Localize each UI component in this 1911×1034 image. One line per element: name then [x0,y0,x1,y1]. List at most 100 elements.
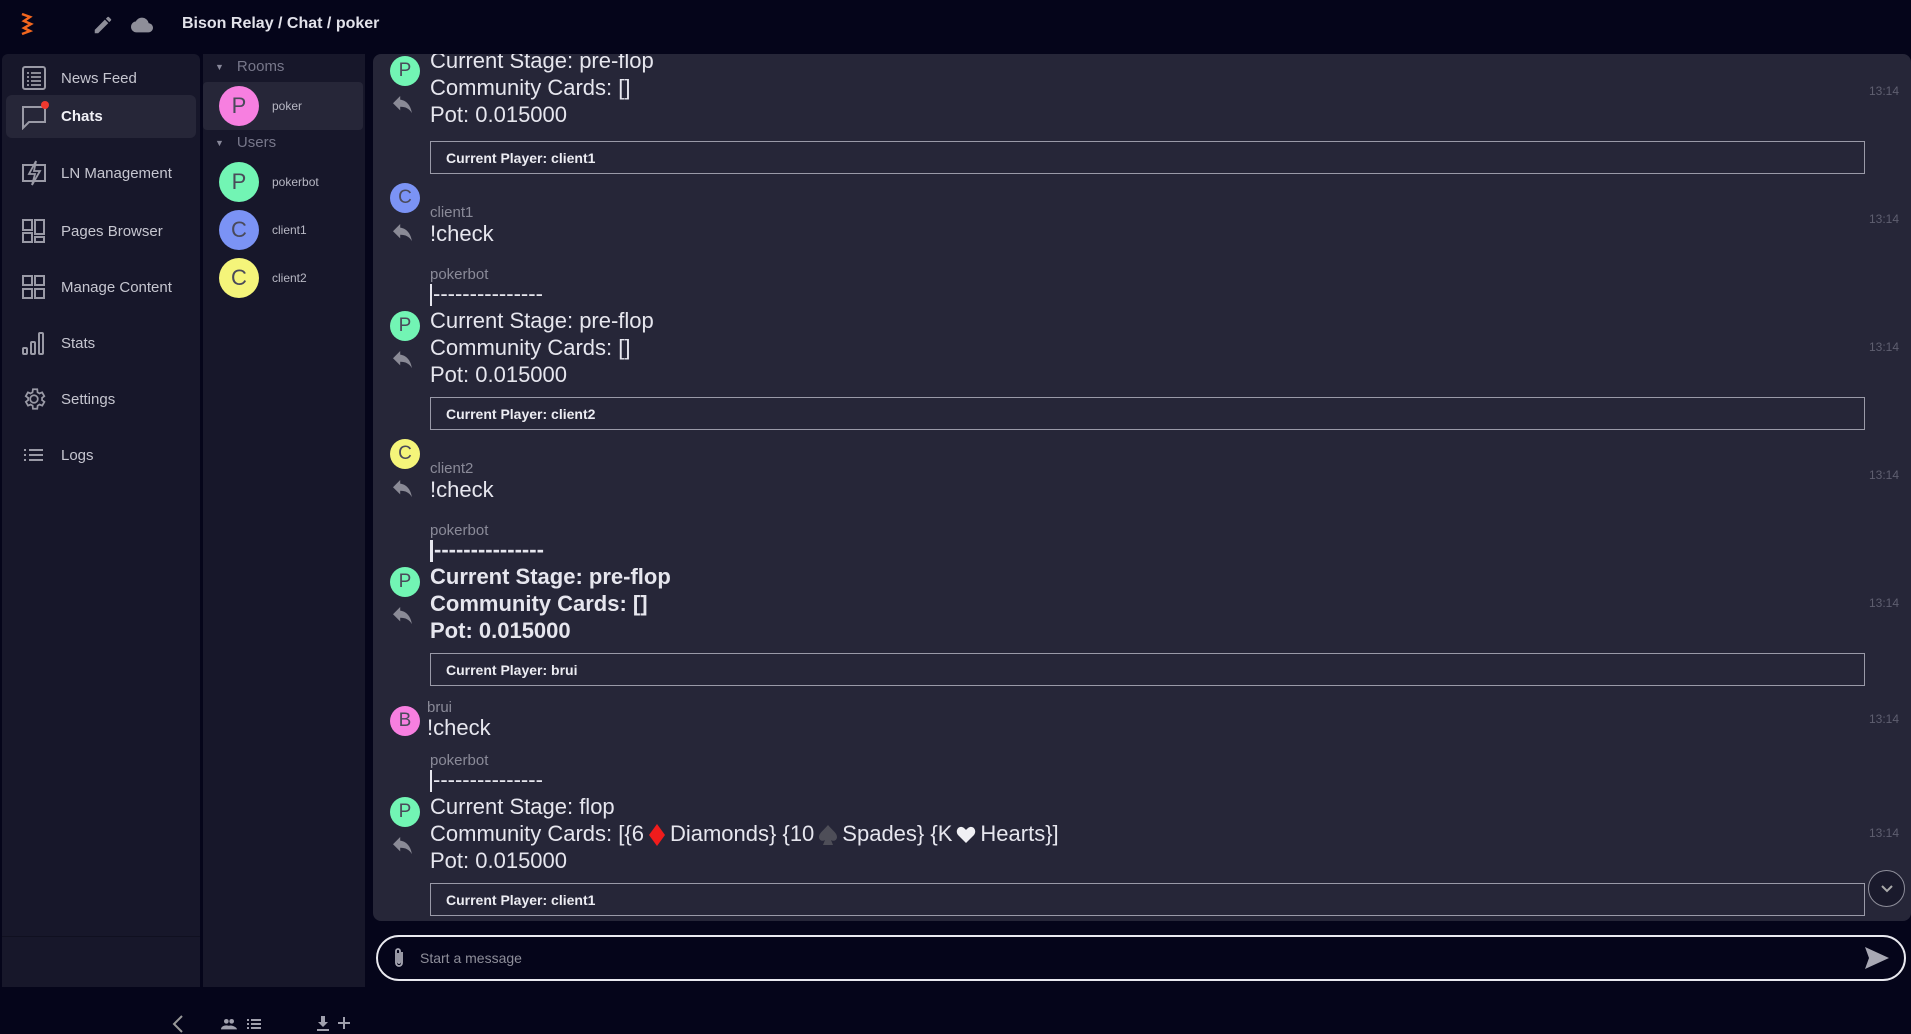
cards-hearts: Hearts}] [980,821,1059,846]
rooms-header-label: Rooms [236,58,285,75]
reply-icon[interactable] [391,224,413,242]
chevron-down-icon [1880,884,1893,892]
users-icon[interactable] [221,1018,237,1030]
user-name: client2 [272,271,307,285]
send-icon[interactable] [1864,946,1890,970]
avatar: P [219,162,259,202]
timestamp: 13:14 [1868,468,1899,482]
nav-item-news-feed[interactable]: News Feed [6,57,196,99]
add-icon[interactable] [338,1017,350,1029]
cloud-icon[interactable] [131,14,153,36]
list-icon [24,449,43,461]
avatar: C [219,210,259,250]
users-header-label: Users [236,134,277,151]
timestamp: 13:14 [1868,340,1899,354]
gear-icon [24,388,46,410]
grid-icon [22,275,45,299]
current-player-box: Current Player: client1 [430,883,1865,916]
nav-label: Manage Content [61,278,172,296]
cards-diamonds: Diamonds} {10 [669,821,815,846]
avatar: P [219,86,259,126]
nav-item-stats[interactable]: Stats [6,322,196,364]
chat-messages-area: P Current Stage: pre-flop Community Card… [373,54,1911,921]
nav-divider [2,936,200,937]
message-line: Pot: 0.015000 [430,362,568,387]
avatar: B [390,706,420,736]
avatar: C [390,183,420,213]
list-view-icon[interactable] [247,1018,261,1030]
nav-label: Stats [61,334,96,352]
avatar: P [390,56,420,86]
reply-icon[interactable] [391,351,413,369]
cards-spades: Spades} {K [842,821,953,846]
text-cursor [430,540,433,563]
users-section-header[interactable]: ▼ Users [215,134,276,151]
sender-nick[interactable]: client1 [430,204,473,221]
download-icon[interactable] [316,1016,330,1031]
timestamp: 13:14 [1868,712,1899,726]
collapse-sidebar-chevron-icon[interactable] [170,1014,186,1034]
nav-item-pages-browser[interactable]: Pages Browser [6,210,196,252]
separator-line: --------------- [430,766,543,793]
collapse-triangle-icon: ▼ [215,137,224,148]
edit-pencil-icon[interactable] [92,14,114,36]
chat-icon [21,100,49,130]
timestamp: 13:14 [1868,212,1899,226]
main-navigation: News Feed Chats LN Management Pages Brow… [2,54,200,1033]
breadcrumb-title: Bison Relay / Chat / poker [182,15,380,32]
message-line: Current Stage: pre-flop [430,564,671,589]
attach-paperclip-icon[interactable] [390,946,408,970]
user-item-client2[interactable]: C client2 [203,254,363,302]
message-line: Community Cards: [] [430,591,648,616]
pages-icon [22,219,45,243]
reply-icon[interactable] [391,96,413,114]
room-item-poker[interactable]: P poker [203,82,363,130]
heart-suit-icon [957,827,976,844]
news-feed-icon [22,66,46,90]
diamond-suit-icon [648,824,665,847]
spade-suit-icon [819,825,838,846]
message-text: !check [430,477,494,502]
current-player-box: Current Player: brui [430,653,1865,686]
avatar: P [390,797,420,827]
nav-item-ln-management[interactable]: LN Management [6,152,196,194]
separator-text: --------------- [433,281,543,306]
reply-icon[interactable] [391,837,413,855]
current-player-box: Current Player: client2 [430,397,1865,430]
message-text: !check [430,221,494,246]
message-line: Community Cards: [] [430,335,631,360]
nav-label: News Feed [61,69,137,87]
cards-prefix: Community Cards: [{6 [430,821,644,846]
rooms-section-header[interactable]: ▼ Rooms [215,58,284,75]
current-player-box: Current Player: client1 [430,141,1865,174]
reply-icon[interactable] [391,607,413,625]
nav-item-logs[interactable]: Logs [6,434,196,476]
user-name: pokerbot [272,175,319,189]
notification-badge [41,100,49,109]
nav-item-chats[interactable]: Chats [6,95,196,138]
message-composer [376,935,1906,981]
lightning-icon [22,160,46,186]
message-line: Pot: 0.015000 [430,102,568,127]
nav-item-settings[interactable]: Settings [6,378,196,420]
separator-line: --------------- [430,536,544,563]
nav-label: LN Management [61,164,172,182]
bison-relay-logo [21,12,34,36]
message-input[interactable] [420,950,1864,966]
avatar: P [390,311,420,341]
sender-nick[interactable]: client2 [430,460,473,477]
user-item-client1[interactable]: C client1 [203,206,363,254]
avatar: C [219,258,259,298]
community-cards-line: Community Cards: [{6 Diamonds} {10 Spades}… [430,820,1059,847]
reply-icon[interactable] [391,480,413,498]
scroll-to-bottom-button[interactable] [1868,870,1905,907]
collapse-triangle-icon: ▼ [215,61,224,72]
user-item-pokerbot[interactable]: P pokerbot [203,158,363,206]
message-line: Community Cards: [] [430,75,631,100]
separator-text: --------------- [434,537,544,562]
avatar: C [390,439,420,469]
nav-item-manage-content[interactable]: Manage Content [6,266,196,308]
timestamp: 13:14 [1868,596,1899,610]
chat-list-panel: ▼ Rooms P poker ▼ Users P pokerbot C clien… [203,54,365,1031]
nav-label: Settings [61,390,116,408]
